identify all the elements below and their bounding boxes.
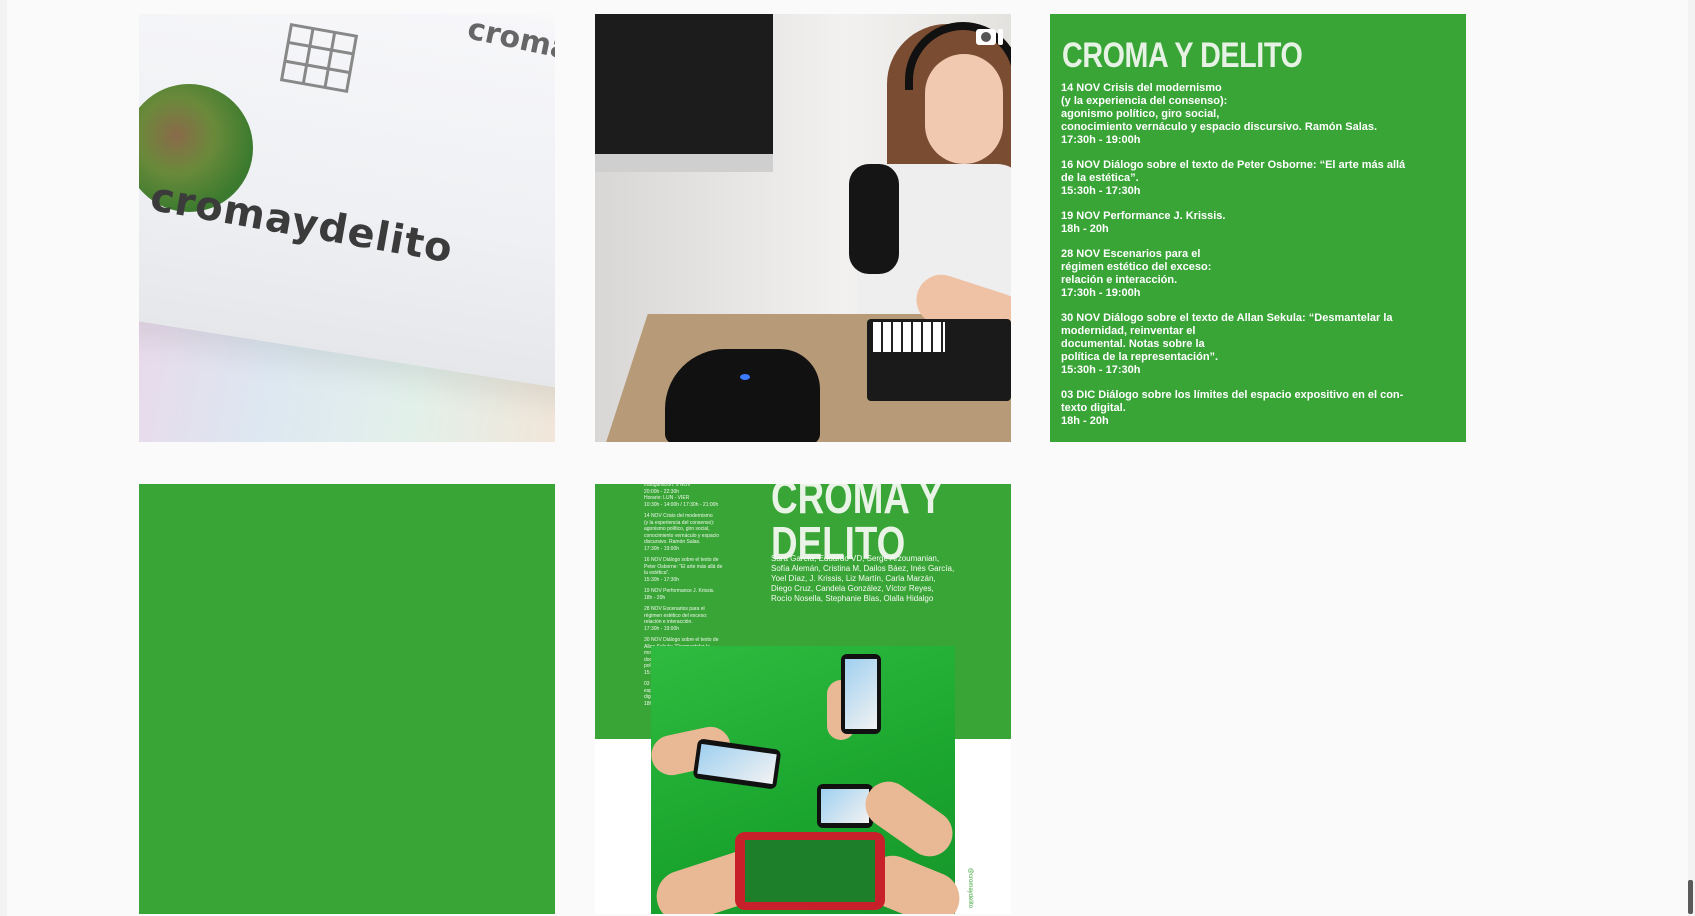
phone xyxy=(692,738,782,790)
poster-names: Sara García, Eduardo VD, Serge Arzoumani… xyxy=(771,554,1001,604)
event-item: 14 NOV Crisis del modernismo (y la experi… xyxy=(1061,82,1401,147)
event-line: política de la representación”. xyxy=(1061,351,1219,363)
performer-sleeve xyxy=(849,164,899,274)
poster-name-line: Sara García, Eduardo VD, Serge Arzoumani… xyxy=(771,554,940,563)
event-line: agonismo político, giro social, xyxy=(1061,108,1220,120)
event-line: 03 DIC Diálogo sobre los límites del esp… xyxy=(1061,389,1404,401)
event-line: 19 NOV Performance J. Krissis. xyxy=(1061,210,1226,222)
blue-light xyxy=(740,374,750,380)
event-line: 15:30h - 17:30h xyxy=(1061,185,1141,197)
grid-post-1[interactable]: cromaydelito croma xyxy=(139,14,555,442)
event-item: 16 NOV Diálogo sobre el texto de Peter O… xyxy=(1061,159,1406,198)
event-line: 18h - 20h xyxy=(1061,415,1109,427)
phone xyxy=(841,654,881,734)
event-line: 16 NOV Diálogo sobre el texto de Peter O… xyxy=(1061,159,1406,171)
event-line: texto digital. xyxy=(1061,402,1126,414)
event-line: conocimiento vernáculo y espacio discurs… xyxy=(1061,121,1378,133)
event-line: 30 NOV Diálogo sobre el texto de Allan S… xyxy=(1061,312,1393,324)
event-line: 18h - 20h xyxy=(1061,223,1109,235)
event-line: 15:30h - 17:30h xyxy=(1061,364,1141,376)
red-phone xyxy=(735,832,885,910)
poster-title-line: CROMA Y xyxy=(771,484,943,523)
grid-post-2[interactable] xyxy=(595,14,1011,442)
vertical-handle: @cromaydelito xyxy=(967,867,973,908)
grid-post-4[interactable] xyxy=(139,484,555,914)
grid-icon xyxy=(279,22,359,94)
event-item: 03 DIC Diálogo sobre los límites del esp… xyxy=(1061,389,1404,428)
piano-keys xyxy=(873,322,945,352)
event-item: 19 NOV Performance J. Krissis. 18h - 20h xyxy=(1061,210,1401,236)
event-item: 30 NOV Diálogo sobre el texto de Allan S… xyxy=(1061,312,1401,377)
event-line: de la estética”. xyxy=(1061,172,1139,184)
event-line: 17:30h - 19:00h xyxy=(1061,287,1141,299)
event-line: 28 NOV Escenarios para el xyxy=(1061,248,1201,260)
scrollbar[interactable] xyxy=(1688,880,1693,914)
poster-name-line: Diego Cruz, Candela González, Víctor Rey… xyxy=(771,584,934,593)
grid-post-3[interactable]: CROMA Y DELITO 14 NOV Crisis del moderni… xyxy=(1050,14,1466,442)
event-line: modernidad, reinventar el xyxy=(1061,325,1196,337)
poster-name-line: Sofía Alemán, Cristina M, Dailos Báez, I… xyxy=(771,564,955,573)
event-list: 14 NOV Crisis del modernismo (y la experi… xyxy=(1061,82,1406,440)
event-line: relación e interacción. xyxy=(1061,274,1178,286)
event-line: documental. Notas sobre la xyxy=(1061,338,1205,350)
monitor-stand xyxy=(595,154,773,172)
profile-grid-page: cromaydelito croma CROMA Y DELITO 14 NOV… xyxy=(7,0,1688,916)
monitor xyxy=(595,14,773,154)
event-item: 28 NOV Escenarios para el régimen estétic… xyxy=(1061,248,1401,300)
post-title: CROMA Y DELITO xyxy=(1062,36,1303,75)
event-line: (y la experiencia del consenso): xyxy=(1061,95,1228,107)
video-icon xyxy=(976,29,1003,45)
grid-post-5[interactable]: Inauguración: 9 NOV 20:00h - 22:30h Horari… xyxy=(595,484,1011,914)
event-line: 17:30h - 19:00h xyxy=(1061,134,1141,146)
poster-name-line: Rocío Nosella, Stephanie Blas, Olalla Hi… xyxy=(771,594,934,603)
event-line: 14 NOV Crisis del modernismo xyxy=(1061,82,1222,94)
poster-name-line: Yoel Díaz, J. Krissis, Liz Martín, Carla… xyxy=(771,574,936,583)
black-bag xyxy=(665,349,820,442)
event-line: régimen estético del exceso: xyxy=(1061,261,1212,273)
